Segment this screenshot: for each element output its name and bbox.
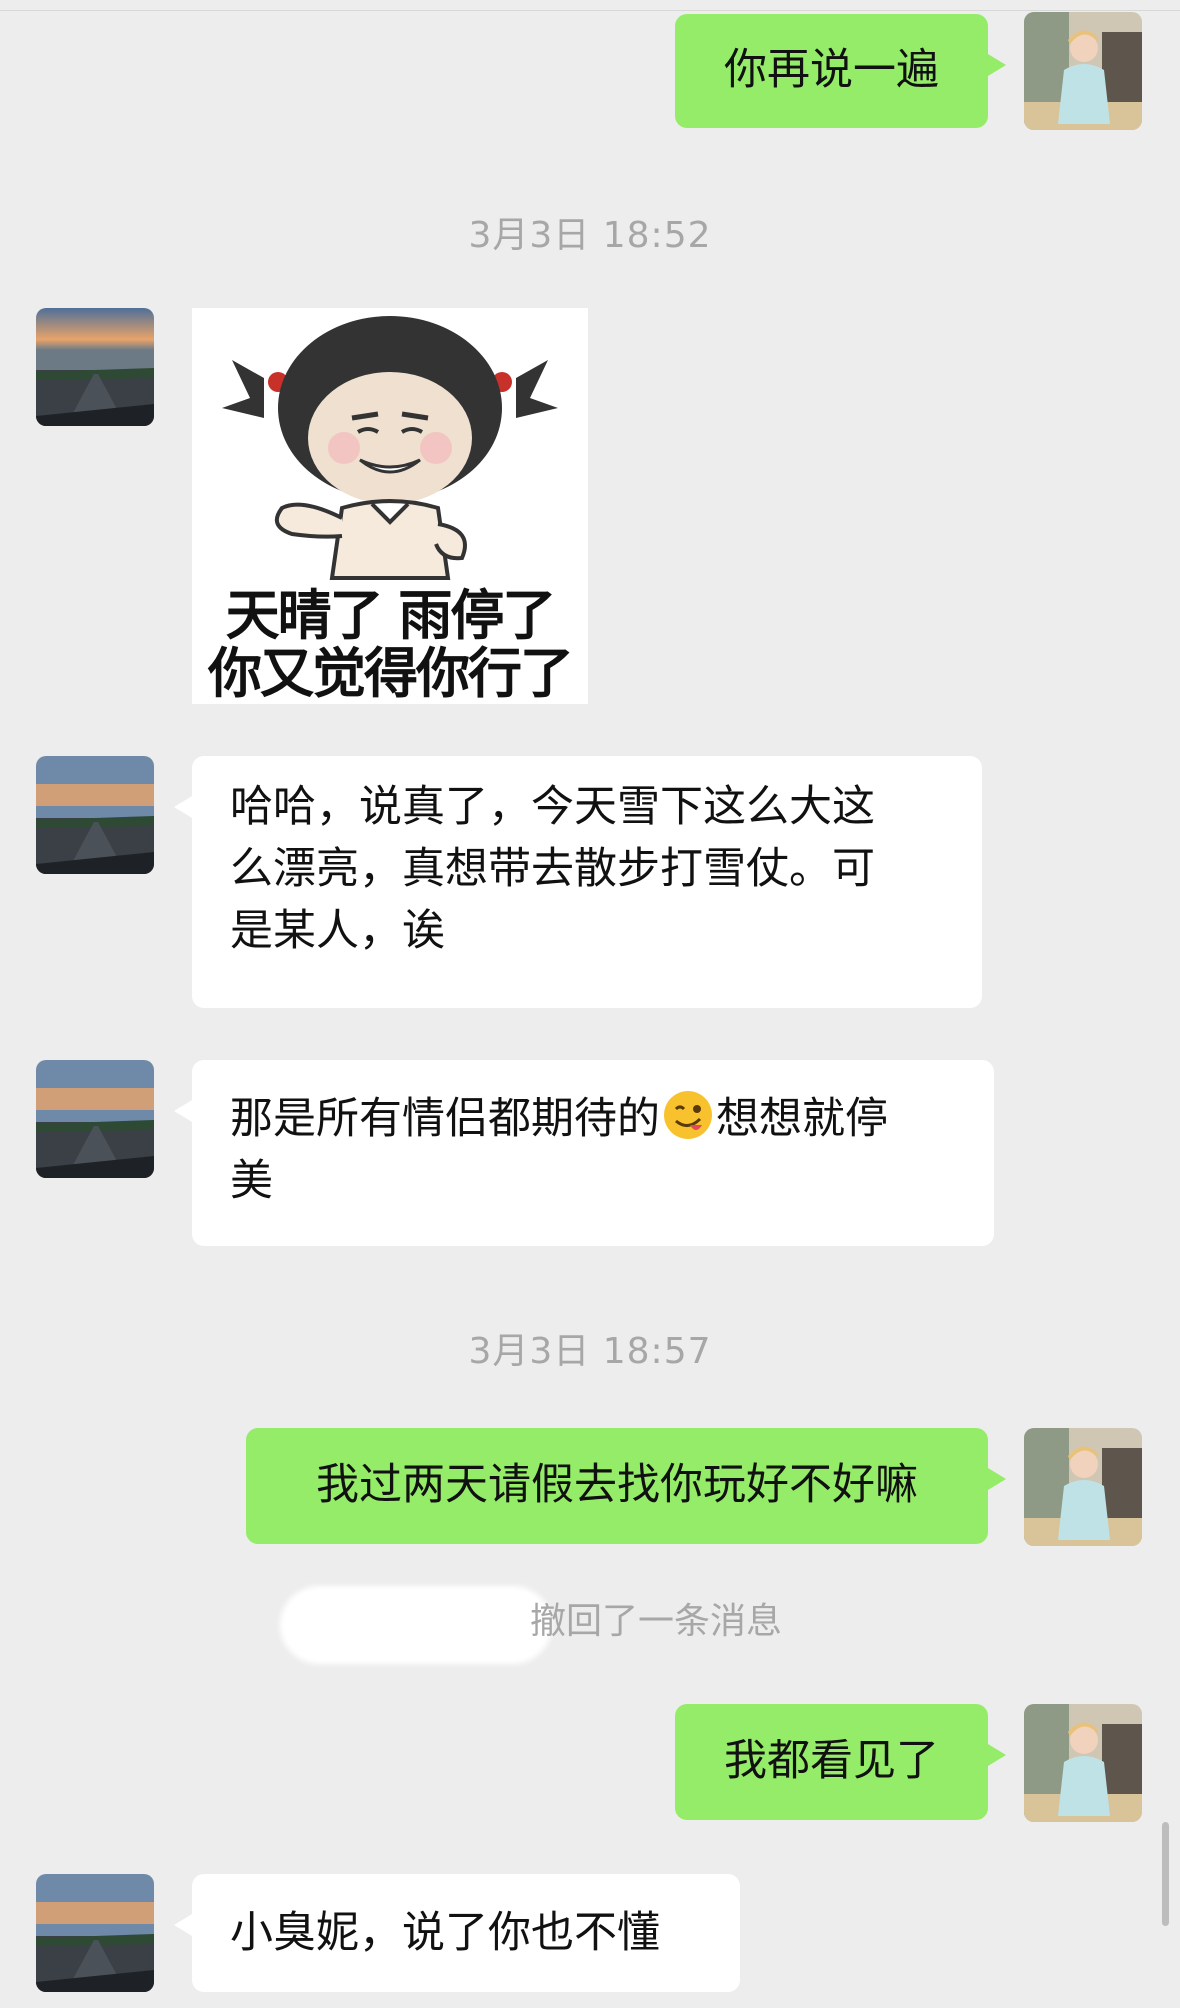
winking-face-tongue-icon [662, 1089, 714, 1141]
road-sunset-photo-icon [36, 308, 154, 426]
message-line: 是某人，诶 [230, 906, 445, 956]
message-bubble-other[interactable]: 那是所有情侣都期待的 想想就停 美 [174, 1060, 994, 1246]
message-text: 小臭妮，说了你也不懂 [230, 1908, 660, 1958]
person-photo-icon [1024, 1704, 1142, 1822]
message-line: 么漂亮，真想带去散步打雪仗。可 [230, 844, 875, 894]
message-line: 哈哈，说真了，今天雪下这么大这 [230, 782, 875, 832]
road-sunset-photo-icon [36, 1060, 154, 1178]
my-avatar[interactable] [1024, 12, 1142, 130]
message-line: 美 [230, 1156, 273, 1206]
message-text: 那是所有情侣都期待的 [230, 1094, 660, 1144]
timestamp: 3月3日 18:57 [468, 1331, 712, 1372]
contact-avatar[interactable] [36, 1060, 154, 1178]
scrollbar[interactable] [1162, 1822, 1169, 1926]
sticker-caption-line1: 天晴了 雨停了 [225, 584, 557, 647]
message-line: 那是所有情侣都期待的 想想就停 [230, 1088, 956, 1150]
message-bubble-mine[interactable]: 我都看见了 [675, 1704, 1006, 1820]
person-photo-icon [1024, 1428, 1142, 1546]
recall-notice: 撤回了一条消息 [530, 1601, 783, 1642]
message-bubble-mine[interactable]: 我过两天请假去找你玩好不好嘛 [246, 1428, 1006, 1544]
road-sunset-photo-icon [36, 756, 154, 874]
message-text: 想想就停 [716, 1094, 888, 1144]
timestamp: 3月3日 18:52 [468, 215, 712, 256]
contact-avatar[interactable] [36, 308, 154, 426]
top-divider [0, 10, 1180, 11]
message-text: 我过两天请假去找你玩好不好嘛 [316, 1460, 918, 1510]
contact-avatar[interactable] [36, 1874, 154, 1992]
sticker-caption-line2: 你又觉得你行了 [208, 642, 574, 705]
message-bubble-mine[interactable]: 你再说一遍 [675, 14, 1006, 128]
redacted-name [280, 1586, 552, 1664]
message-text: 我都看见了 [724, 1736, 939, 1786]
my-avatar[interactable] [1024, 1428, 1142, 1546]
contact-avatar[interactable] [36, 756, 154, 874]
cartoon-girl-sticker-icon [222, 316, 558, 580]
road-sunset-photo-icon [36, 1874, 154, 1992]
message-text: 你再说一遍 [724, 45, 939, 95]
message-bubble-other[interactable]: 哈哈，说真了，今天雪下这么大这 么漂亮，真想带去散步打雪仗。可 是某人，诶 [174, 756, 982, 1008]
my-avatar[interactable] [1024, 1704, 1142, 1822]
sticker-image[interactable]: 天晴了 雨停了 你又觉得你行了 [192, 308, 588, 704]
person-photo-icon [1024, 12, 1142, 130]
message-bubble-other[interactable]: 小臭妮，说了你也不懂 [174, 1874, 740, 1992]
